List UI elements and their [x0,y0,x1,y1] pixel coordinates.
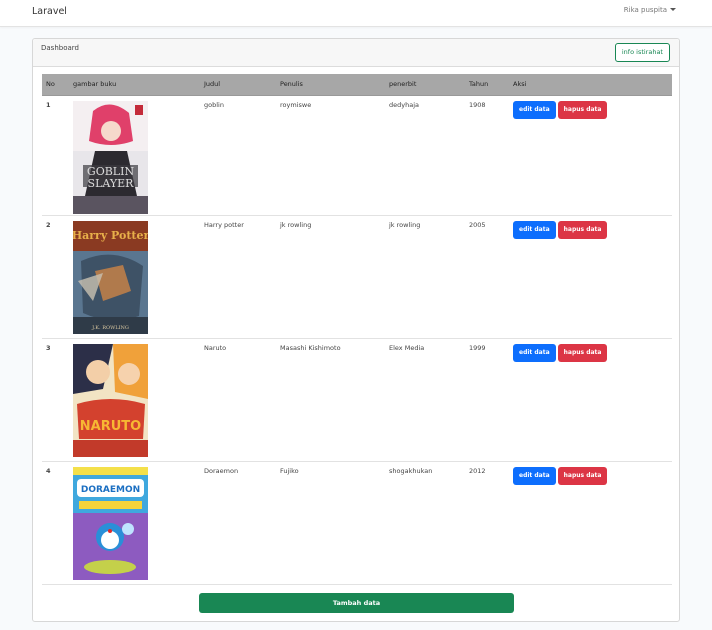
dropdown-caret-icon [670,8,676,11]
navbar-brand[interactable]: Laravel [32,6,67,17]
table-row: 1 GOBLIN SLAYER goblin roymiswe dedyhaja… [42,95,672,216]
svg-text:Harry Potter: Harry Potter [73,229,148,242]
header-penulis: Penulis [276,74,385,96]
svg-text:J.K. ROWLING: J.K. ROWLING [91,325,129,331]
book-publisher: jk rowling [385,215,465,339]
books-table: No gambar buku Judul Penulis penerbit Ta… [42,74,672,585]
book-author: roymiswe [276,95,385,216]
header-gambar-buku: gambar buku [69,74,200,96]
action-cell: edit data hapus data [509,215,672,339]
info-istirahat-button[interactable]: info istirahat [614,43,670,62]
row-number: 4 [42,461,69,585]
action-cell: edit data hapus data [509,338,672,462]
hapus-data-button[interactable]: hapus data [557,100,608,119]
book-year: 1908 [465,95,509,216]
card-title: Dashboard [41,44,79,52]
book-title: Harry potter [200,215,276,339]
header-penerbit: penerbit [385,74,465,96]
hapus-data-button[interactable]: hapus data [557,466,608,485]
book-cover-image: GOBLIN SLAYER [73,100,148,214]
hapus-data-button[interactable]: hapus data [557,343,608,362]
svg-text:DORAEMON: DORAEMON [81,485,140,495]
edit-data-button[interactable]: edit data [513,220,556,239]
hapus-data-button[interactable]: hapus data [557,220,608,239]
book-cover-image: NARUTO [73,343,148,457]
book-publisher: dedyhaja [385,95,465,216]
edit-data-button[interactable]: edit data [513,100,556,119]
book-cover-image: Harry Potter J.K. ROWLING [73,220,148,334]
book-title: goblin [200,95,276,216]
card-header: Dashboard info istirahat [33,39,679,67]
book-cover-cell: Harry Potter J.K. ROWLING [69,215,200,339]
table-row: 4 DORAEMON Doraemon Fujiko shogakhukan 2… [42,461,672,585]
book-year: 1999 [465,338,509,462]
book-cover-cell: DORAEMON [69,461,200,585]
book-cover-cell: GOBLIN SLAYER [69,95,200,216]
book-publisher: shogakhukan [385,461,465,585]
svg-text:SLAYER: SLAYER [88,177,135,190]
header-aksi: Aksi [509,74,672,96]
user-name: Rika puspita [623,6,667,14]
header-no: No [42,74,69,96]
row-number: 3 [42,338,69,462]
book-year: 2005 [465,215,509,339]
table-row: 2 Harry Potter J.K. ROWLING Harry potter… [42,215,672,339]
book-title: Naruto [200,338,276,462]
edit-data-button[interactable]: edit data [513,466,556,485]
svg-text:NARUTO: NARUTO [80,419,141,434]
tambah-data-button[interactable]: Tambah data [199,593,514,613]
book-author: Masashi Kishimoto [276,338,385,462]
book-year: 2012 [465,461,509,585]
book-publisher: Elex Media [385,338,465,462]
dashboard-card: Dashboard info istirahat No gambar buku … [32,38,680,622]
navbar: Laravel Rika puspita [0,0,712,27]
book-author: jk rowling [276,215,385,339]
book-cover-image: DORAEMON [73,466,148,580]
book-cover-cell: NARUTO [69,338,200,462]
action-cell: edit data hapus data [509,461,672,585]
book-author: Fujiko [276,461,385,585]
book-title: Doraemon [200,461,276,585]
action-cell: edit data hapus data [509,95,672,216]
user-menu[interactable]: Rika puspita [624,6,676,14]
edit-data-button[interactable]: edit data [513,343,556,362]
table-header-row: No gambar buku Judul Penulis penerbit Ta… [42,74,672,96]
header-tahun: Tahun [465,74,509,96]
header-judul: Judul [200,74,276,96]
table-row: 3 NARUTO Naruto Masashi Kishimoto Elex M… [42,338,672,462]
row-number: 2 [42,215,69,339]
row-number: 1 [42,95,69,216]
